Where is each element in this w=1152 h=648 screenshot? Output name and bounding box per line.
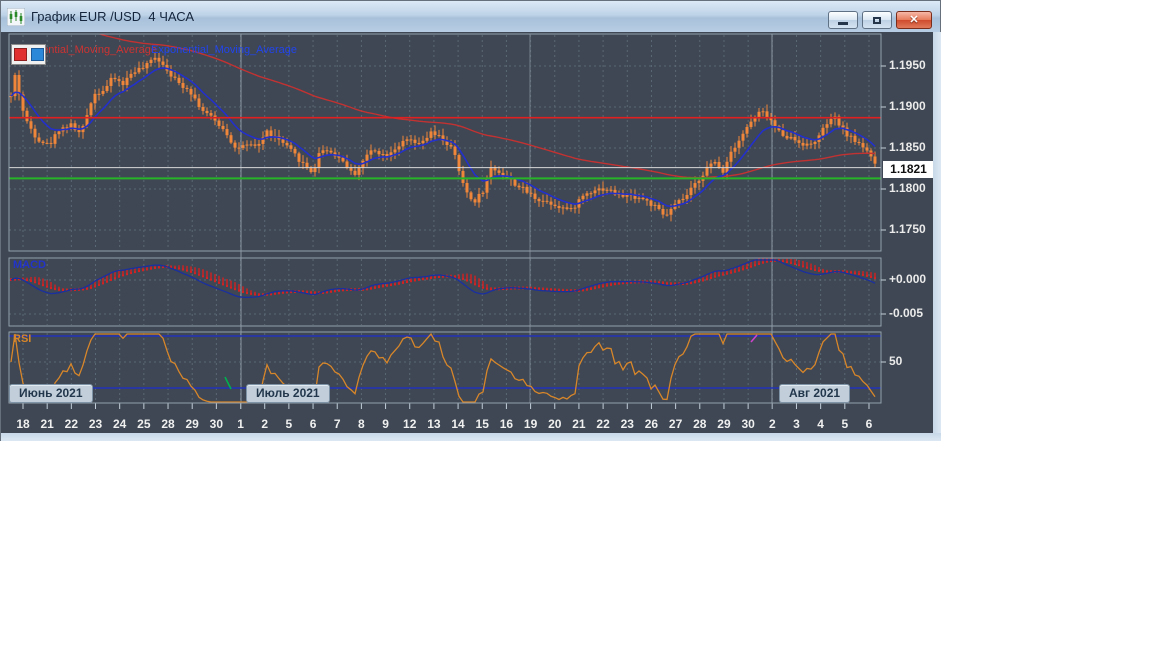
minimize-icon <box>838 21 848 25</box>
maximize-button[interactable] <box>862 11 892 29</box>
maximize-icon <box>873 16 881 24</box>
minimize-button[interactable] <box>828 11 858 29</box>
window-frame-bottom <box>1 433 941 441</box>
blue-ma-swatch <box>30 48 44 61</box>
window-controls: ✕ <box>828 11 932 29</box>
title-bar[interactable]: График EUR /USD 4 ЧАСА ✕ <box>1 1 940 32</box>
price-chart-canvas <box>8 33 886 409</box>
red-ma-swatch <box>13 48 27 61</box>
close-icon: ✕ <box>909 13 919 26</box>
window-frame-right <box>933 32 941 441</box>
chart-window: График EUR /USD 4 ЧАСА ✕ Exponential_Mov… <box>0 0 941 441</box>
chart-area[interactable]: Exponential_Moving_Average Exponential_M… <box>1 32 940 433</box>
current-price-tag: 1.1821 <box>883 161 934 178</box>
desktop: { "window": { "title": "График EUR /USD … <box>0 0 1152 648</box>
close-button[interactable]: ✕ <box>896 11 932 29</box>
candlestick-chart-icon <box>7 7 25 26</box>
window-title: График EUR /USD 4 ЧАСА <box>31 9 195 24</box>
indicator-legend-swatches <box>11 44 46 65</box>
